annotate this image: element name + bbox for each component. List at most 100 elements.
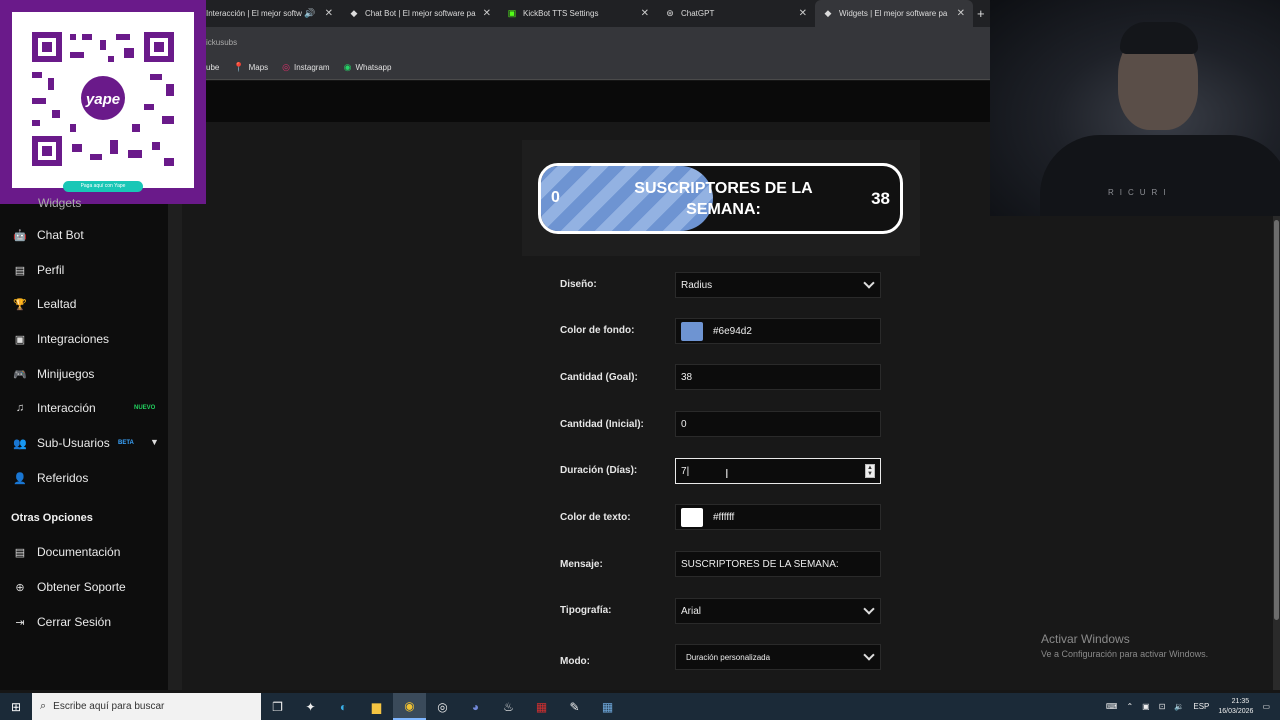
discord-icon[interactable]: ◕: [459, 693, 492, 720]
yape-qr-overlay: yape Paga aquí con Yape: [0, 0, 206, 204]
kickbot-icon: ◆: [350, 8, 358, 18]
bookmark-label: Whatsapp: [355, 62, 392, 72]
kickbot-icon: ◆: [824, 8, 832, 18]
goal-input[interactable]: 38: [675, 364, 881, 390]
plug-icon: ▣: [14, 333, 26, 346]
activate-windows-title: Activar Windows: [1041, 632, 1130, 646]
sidebar-item-integraciones[interactable]: ▣ Integraciones: [12, 332, 109, 346]
taskbar-search-box[interactable]: ⌕ Escribe aquí para buscar: [32, 693, 261, 720]
keyboard-icon[interactable]: ⌨: [1106, 702, 1118, 711]
color-texto-field[interactable]: #ffffff: [675, 504, 881, 530]
number-stepper[interactable]: ▲ ▼: [865, 464, 875, 478]
bookmark-youtube[interactable]: ube: [206, 63, 219, 72]
close-icon[interactable]: ✕: [325, 8, 333, 19]
scrollbar-thumb[interactable]: [1274, 220, 1279, 620]
tab-title: Chat Bot | El mejor software pa: [365, 9, 476, 18]
goal-end-value: 38: [871, 189, 890, 208]
color-swatch[interactable]: [681, 321, 703, 341]
sidebar-item-interaccion[interactable]: ♫ Interacción: [12, 401, 96, 415]
sidebar-item-referidos[interactable]: 👤 Referidos: [12, 471, 88, 485]
close-icon[interactable]: ✕: [483, 8, 491, 19]
bookmark-whatsapp[interactable]: ◉ Whatsapp: [344, 62, 392, 73]
inicial-input[interactable]: 0: [675, 411, 881, 437]
bookmark-label: Instagram: [294, 62, 330, 72]
tab-chat-bot[interactable]: ◆ Chat Bot | El mejor software pa ✕: [341, 0, 499, 27]
users-icon: 👥: [13, 437, 27, 450]
edge-icon[interactable]: ◐: [327, 693, 360, 720]
tab-widgets[interactable]: ◆ Widgets | El mejor software pa ✕: [815, 0, 973, 27]
task-view-icon[interactable]: ❐: [261, 693, 294, 720]
webcam-overlay: RICURI: [990, 0, 1280, 216]
system-tray: ⌨ ⌃ ▣ ⊡ 🔉 ESP 21:35 16/03/2026 ▭: [1097, 693, 1270, 720]
tab-interaccion[interactable]: Interacción | El mejor softw 🔊 ✕: [206, 0, 341, 27]
color-swatch[interactable]: [681, 507, 703, 527]
close-icon[interactable]: ✕: [641, 8, 649, 19]
color-fondo-field[interactable]: #6e94d2: [675, 318, 881, 344]
sidebar-item-label: Integraciones: [37, 332, 110, 346]
address-bar[interactable]: ickusubs: [206, 27, 990, 55]
windows-start-button[interactable]: ⊞: [0, 693, 32, 720]
speaker-icon[interactable]: 🔊: [304, 8, 315, 19]
sidebar-item-perfil[interactable]: ▤ Perfil: [12, 263, 65, 277]
text-caret: |: [686, 465, 690, 477]
new-tab-button[interactable]: +: [977, 6, 985, 21]
sidebar-item-minijuegos[interactable]: 🎮 Minijuegos: [12, 367, 94, 381]
volume-icon[interactable]: 🔉: [1174, 702, 1184, 711]
tab-kickbot-tts[interactable]: ▣ KickBot TTS Settings ✕: [499, 0, 657, 27]
notifications-icon[interactable]: ▭: [1262, 702, 1270, 711]
diseno-select[interactable]: Radius: [675, 272, 881, 298]
duracion-input[interactable]: 7 | ▲ ▼: [675, 458, 881, 484]
sidebar-item-label: Minijuegos: [37, 367, 95, 381]
copilot-icon[interactable]: ✦: [294, 693, 327, 720]
file-explorer-icon[interactable]: ▆: [360, 693, 393, 720]
camera-icon[interactable]: ▣: [1142, 702, 1150, 711]
inicial-label: Cantidad (Inicial):: [560, 419, 644, 430]
goal-input-value: 38: [681, 371, 693, 383]
sidebar-item-widgets[interactable]: Widgets: [38, 196, 81, 210]
color-fondo-label: Color de fondo:: [560, 325, 635, 336]
chrome-icon[interactable]: ◉: [393, 693, 426, 720]
bookmark-maps[interactable]: 📍 Maps: [233, 62, 268, 73]
whatsapp-icon: ◉: [343, 61, 352, 72]
sidebar-item-soporte[interactable]: ⊕ Obtener Soporte: [12, 580, 125, 594]
obs-icon[interactable]: ◎: [426, 693, 459, 720]
app-tool-icon[interactable]: ✎: [558, 693, 591, 720]
goal-message: SUSCRIPTORES DE LA SEMANA:: [634, 180, 813, 218]
sidebar-divider: [168, 204, 182, 690]
chevron-up-icon[interactable]: ⌃: [1126, 702, 1133, 711]
sidebar-item-lealtad[interactable]: 🏆 Lealtad: [12, 297, 76, 311]
sidebar-item-cerrar-sesion[interactable]: ⇥ Cerrar Sesión: [12, 615, 111, 629]
tipografia-value: Arial: [681, 605, 702, 617]
sidebar-item-chat-bot[interactable]: 🤖 Chat Bot: [12, 228, 84, 242]
sidebar-item-sub-usuarios[interactable]: 👥 Sub-Usuarios: [12, 436, 110, 450]
tipografia-label: Tipografía:: [560, 605, 612, 616]
main-content-right: [990, 216, 1280, 690]
tab-title: KickBot TTS Settings: [523, 9, 599, 18]
steam-icon[interactable]: ♨: [492, 693, 525, 720]
tipografia-select[interactable]: Arial: [675, 598, 881, 624]
screen: Interacción | El mejor softw 🔊 ✕ ◆ Chat …: [0, 0, 1280, 720]
calculator-icon[interactable]: ▦: [591, 693, 624, 720]
network-icon[interactable]: ⊡: [1159, 702, 1166, 711]
site-header: [206, 81, 990, 122]
close-icon[interactable]: ✕: [957, 8, 965, 19]
sidebar-item-documentacion[interactable]: ▤ Documentación: [12, 545, 121, 559]
color-texto-label: Color de texto:: [560, 512, 631, 523]
modo-select[interactable]: Duración personalizada: [675, 644, 881, 670]
qr-brand-text: yape: [85, 91, 120, 108]
qr-code-card: yape: [12, 12, 194, 188]
close-icon[interactable]: ✕: [799, 8, 807, 19]
language-indicator[interactable]: ESP: [1193, 702, 1209, 711]
logout-icon: ⇥: [15, 616, 25, 629]
chevron-down-icon[interactable]: ▼: [150, 437, 159, 447]
taskbar-clock[interactable]: 21:35 16/03/2026: [1218, 697, 1253, 717]
qr-code-icon: yape: [12, 12, 194, 188]
page-scrollbar[interactable]: [1273, 216, 1280, 690]
tab-chatgpt[interactable]: ⊛ ChatGPT ✕: [657, 0, 815, 27]
bookmark-instagram[interactable]: ◎ Instagram: [282, 62, 329, 73]
mensaje-input[interactable]: SUSCRIPTORES DE LA SEMANA:: [675, 551, 881, 577]
app-red-icon[interactable]: ▦: [525, 693, 558, 720]
qr-caption: Paga aquí con Yape: [63, 181, 143, 192]
instagram-icon: ◎: [282, 61, 290, 72]
robot-icon: 🤖: [13, 229, 27, 242]
